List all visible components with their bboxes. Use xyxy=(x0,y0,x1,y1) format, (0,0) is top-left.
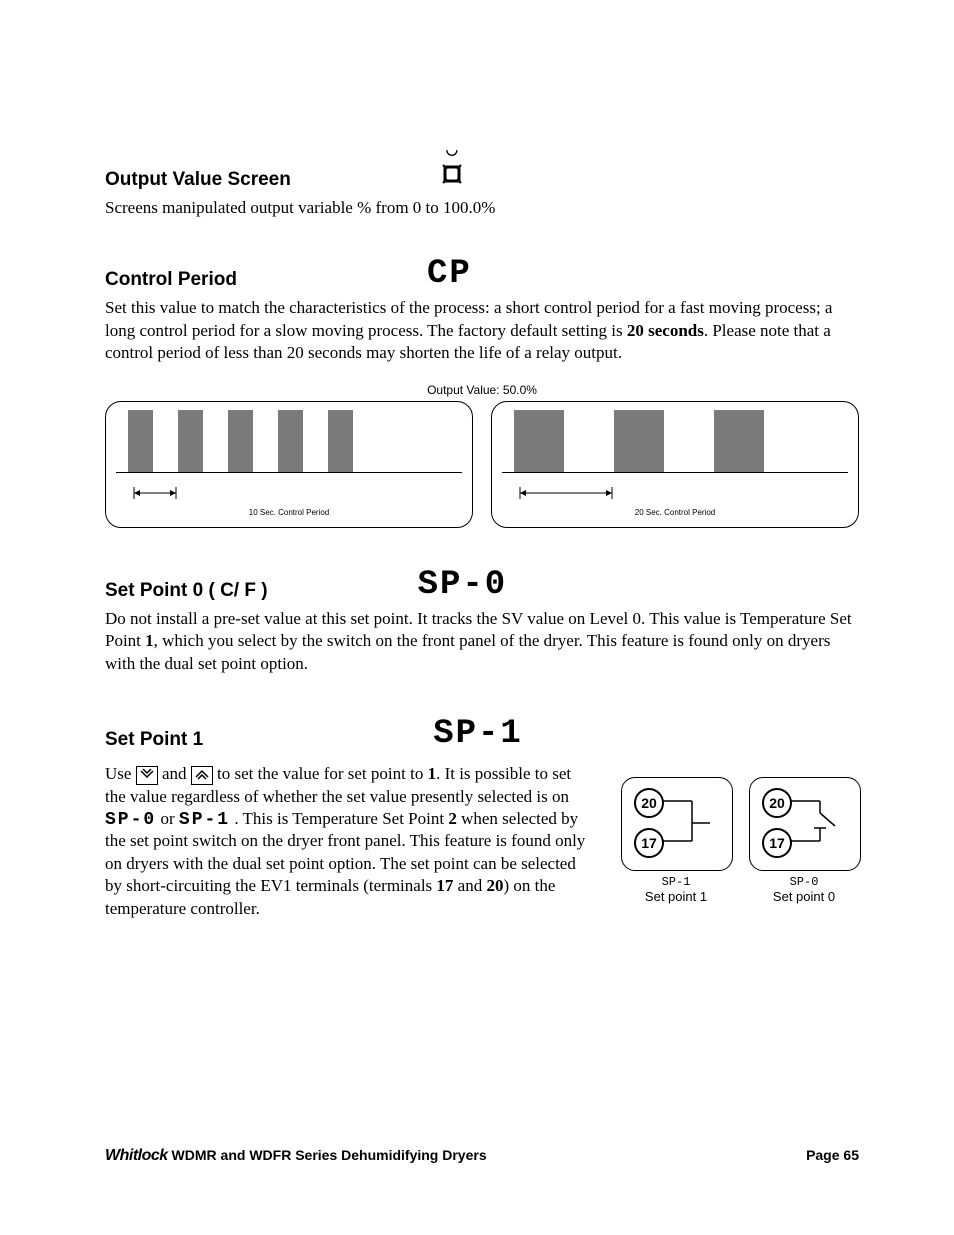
period-arrow-icon xyxy=(130,486,180,500)
figure-setpoint0: 20 17 SP-0 Set point 0 xyxy=(749,777,859,904)
setpoint-terminal-figures: 20 17 SP-1 Set point 1 20 17 xyxy=(621,777,859,904)
section-control-period-heading-row: Control Period CP xyxy=(105,257,859,291)
heading-control-period: Control Period xyxy=(105,269,237,291)
control-period-chart: Output Value: 50.0% xyxy=(105,383,859,528)
section-setpoint0-heading-row: Set Point 0 ( C/ F ) SP-0 xyxy=(105,568,859,602)
control-period-segment: CP xyxy=(427,257,472,291)
document-page: Output Value Screen ◡ Screens manipulate… xyxy=(0,0,954,1235)
up-button-icon xyxy=(191,766,213,785)
setpoint0-body: Do not install a pre-set value at this s… xyxy=(105,608,859,675)
closed-switch-icon xyxy=(622,778,732,870)
footer-page-number: Page 65 xyxy=(806,1147,859,1165)
setpoint0-segment: SP-0 xyxy=(418,568,508,602)
control-period-body: Set this value to match the characterist… xyxy=(105,297,859,364)
page-footer: Whitlock WDMR and WDFR Series Dehumidify… xyxy=(105,1147,859,1165)
chart-panel-20sec: 20 Sec. Control Period xyxy=(491,401,859,528)
setpoint1-body: Use and to set the value for set point t… xyxy=(105,757,591,920)
sp1-inline-segment: SP-1 xyxy=(179,810,230,830)
section-setpoint1-heading-row: Set Point 1 SP-1 xyxy=(105,717,859,751)
down-button-icon xyxy=(136,766,158,785)
output-value-body: Screens manipulated output variable % fr… xyxy=(105,197,859,219)
figure-caption: Set point 0 xyxy=(749,889,859,904)
figure-caption: Set point 1 xyxy=(621,889,731,904)
heading-setpoint0: Set Point 0 ( C/ F ) xyxy=(105,580,268,602)
figure-seg-label: SP-1 xyxy=(621,875,731,889)
section-output-value-heading-row: Output Value Screen ◡ xyxy=(105,148,859,191)
footer-brand: Whitlock xyxy=(105,1147,168,1164)
open-switch-icon xyxy=(750,778,860,870)
chart-panel-10sec: 10 Sec. Control Period xyxy=(105,401,473,528)
footer-title: WDMR and WDFR Series Dehumidifying Dryer… xyxy=(168,1147,487,1163)
output-value-segment-icon: ◡ xyxy=(441,142,463,185)
heading-setpoint1: Set Point 1 xyxy=(105,729,203,751)
chart-title: Output Value: 50.0% xyxy=(105,383,859,397)
period-arrow-icon xyxy=(516,486,616,500)
figure-setpoint1: 20 17 SP-1 Set point 1 xyxy=(621,777,731,904)
chart-panel-label: 10 Sec. Control Period xyxy=(106,508,472,517)
figure-seg-label: SP-0 xyxy=(749,875,859,889)
chart-panel-label: 20 Sec. Control Period xyxy=(492,508,858,517)
setpoint1-segment: SP-1 xyxy=(433,717,523,751)
heading-output-value: Output Value Screen xyxy=(105,169,291,191)
sp0-inline-segment: SP-0 xyxy=(105,810,156,830)
